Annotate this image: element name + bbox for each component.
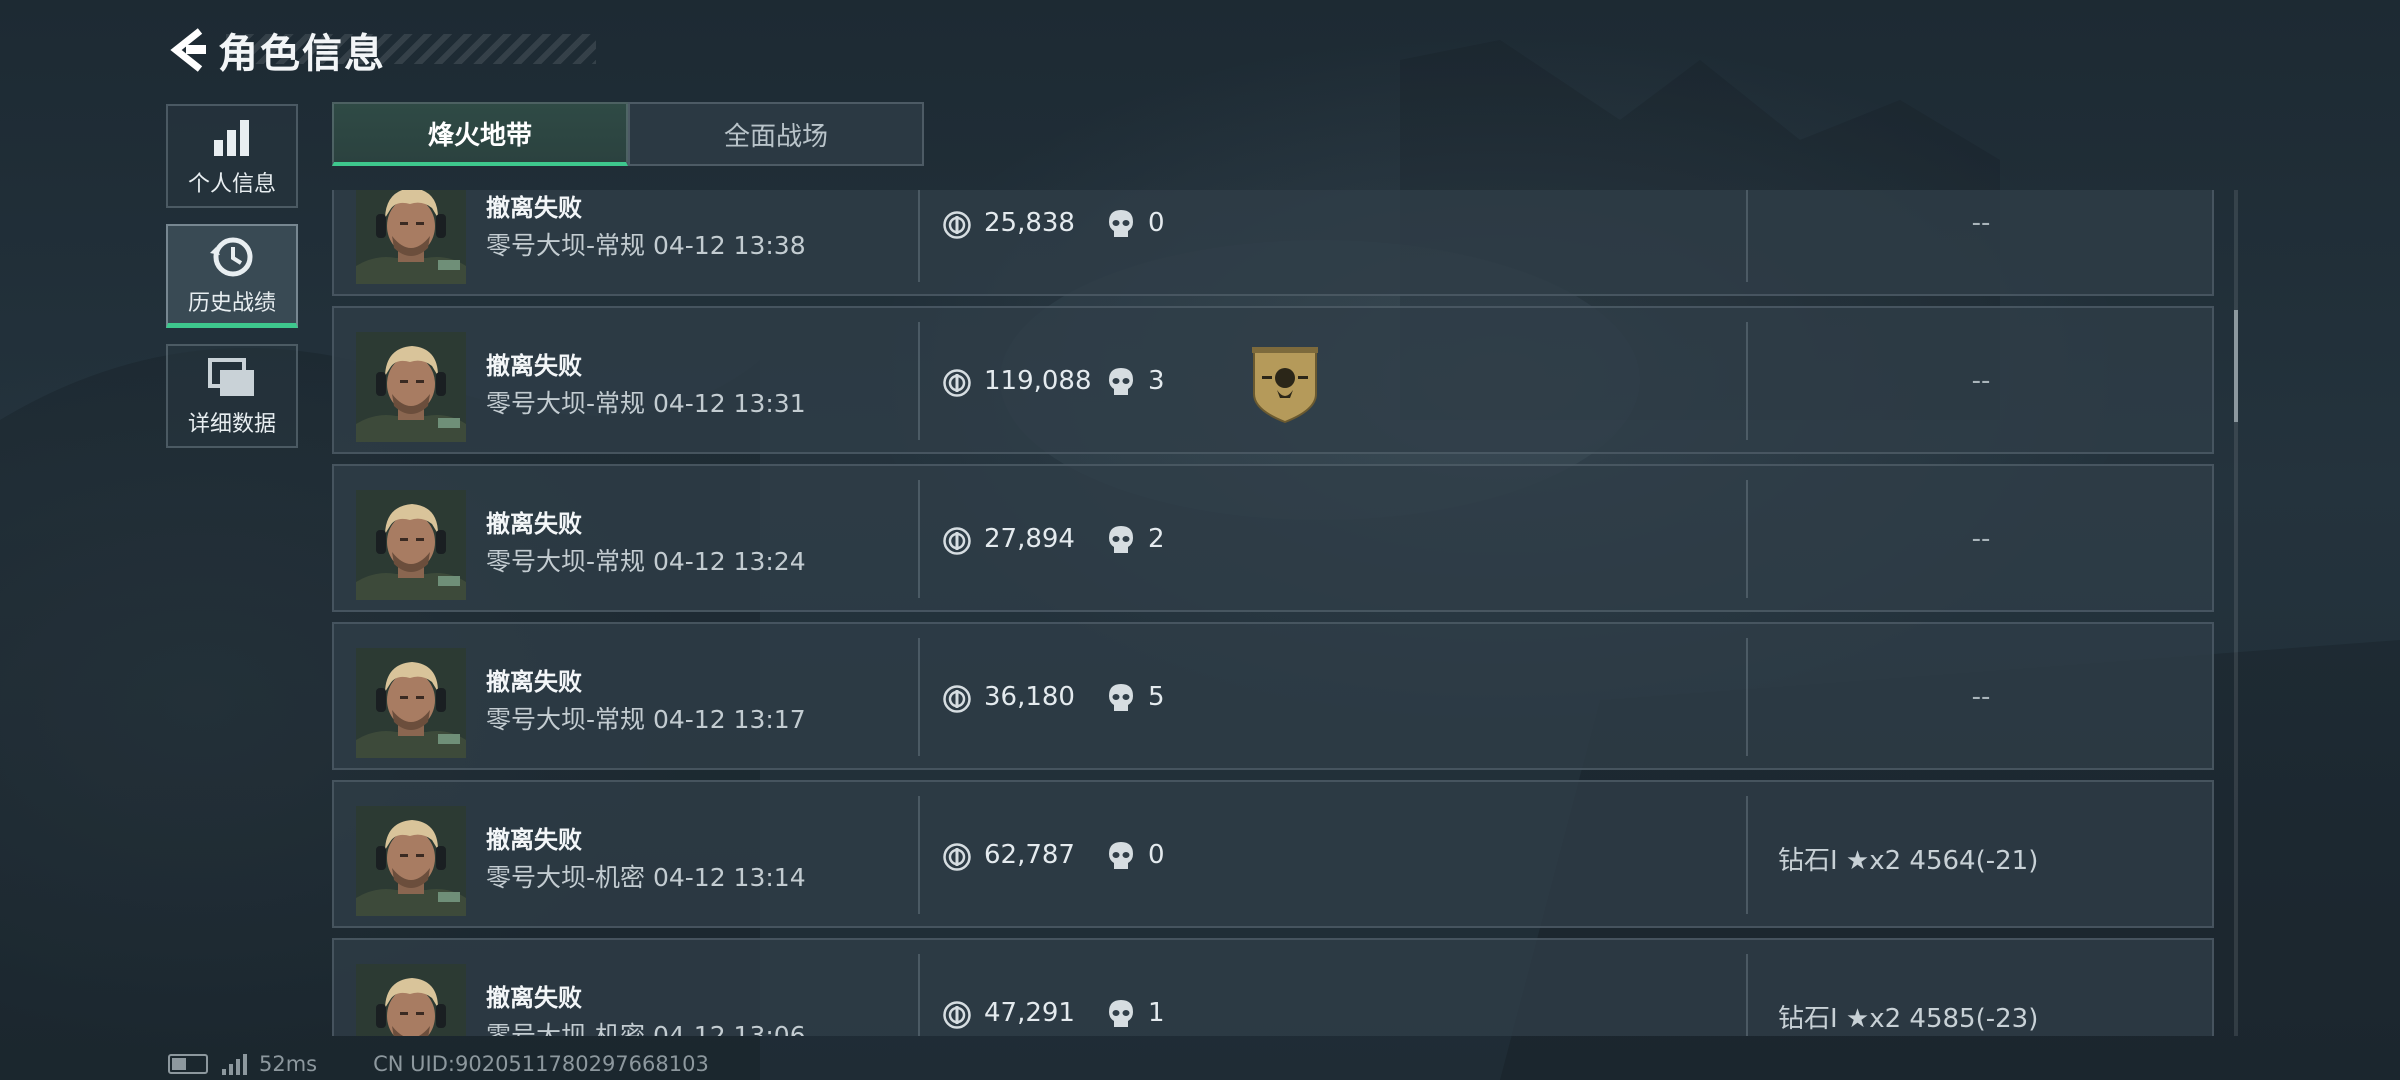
match-record-row[interactable]: 撤离失败 零号大坝-常规 04-12 13:17 36,180 5 -- — [332, 622, 2214, 770]
divider — [1746, 954, 1748, 1036]
match-result: 撤离失败 — [486, 510, 582, 538]
map-and-time: 零号大坝-常规 04-12 13:31 — [486, 389, 806, 418]
player-uid: CN UID:9020511780297668103 — [373, 1052, 709, 1076]
divider — [1746, 638, 1748, 756]
asset-value-icon — [943, 685, 971, 713]
asset-value-icon — [943, 527, 971, 555]
match-record-row[interactable]: 撤离失败 零号大坝-常规 04-12 13:31 119,088 3 -- — [332, 306, 2214, 454]
asset-value-icon — [943, 1001, 971, 1029]
folders-icon — [206, 354, 258, 402]
match-record-row[interactable]: 撤离失败 零号大坝-机密 04-12 13:06 47,291 1 钻石I ★x… — [332, 938, 2214, 1036]
match-result: 撤离失败 — [486, 668, 582, 696]
divider — [918, 954, 920, 1036]
battery-icon — [168, 1054, 208, 1074]
mode-tabs: 烽火地带 全面战场 — [332, 102, 924, 166]
match-record-row[interactable]: 撤离失败 零号大坝-常规 04-12 13:38 25,838 0 -- — [332, 190, 2214, 296]
asset-value-icon — [943, 211, 971, 239]
kill-count: 5 — [1148, 682, 1165, 712]
ping-value: 52ms — [259, 1052, 318, 1076]
nav-label: 详细数据 — [187, 412, 276, 437]
match-result: 撤离失败 — [486, 194, 582, 222]
divider — [918, 480, 920, 598]
divider — [918, 322, 920, 440]
map-and-time: 零号大坝-常规 04-12 13:17 — [486, 705, 806, 734]
skull-icon — [1109, 368, 1133, 395]
divider — [1746, 322, 1748, 440]
operator-avatar — [356, 806, 466, 916]
map-and-time: 零号大坝-常规 04-12 13:38 — [486, 231, 806, 260]
back-arrow-icon[interactable] — [166, 25, 210, 75]
scrollbar[interactable] — [2234, 190, 2238, 1036]
asset-value-icon — [943, 843, 971, 871]
tab-firezone[interactable]: 烽火地带 — [332, 102, 628, 166]
match-result: 撤离失败 — [486, 984, 582, 1012]
operator-avatar — [356, 332, 466, 442]
nav-item-history[interactable]: 历史战绩 — [166, 224, 298, 328]
kill-count: 0 — [1148, 840, 1165, 870]
map-and-time: 零号大坝-机密 04-12 13:06 — [486, 1021, 806, 1036]
page-title: 角色信息 — [218, 31, 386, 77]
bar-chart-icon — [206, 114, 258, 162]
divider — [1746, 190, 1748, 282]
side-nav: 个人信息 历史战绩 详细数据 — [166, 104, 302, 464]
record-list[interactable]: 撤离失败 零号大坝-常规 04-12 13:38 25,838 0 -- 撤离失… — [332, 190, 2232, 1036]
skull-icon — [1109, 842, 1133, 869]
asset-value: 25,838 — [984, 208, 1075, 238]
match-record-row[interactable]: 撤离失败 零号大坝-常规 04-12 13:24 27,894 2 -- — [332, 464, 2214, 612]
skull-icon — [1109, 1000, 1133, 1027]
map-and-time: 零号大坝-常规 04-12 13:24 — [486, 547, 806, 576]
divider — [1746, 480, 1748, 598]
rank-score: -- — [1971, 524, 1991, 554]
asset-value-icon — [943, 369, 971, 397]
asset-value: 119,088 — [984, 366, 1092, 396]
rank-score: -- — [1971, 682, 1991, 712]
skull-icon — [1109, 684, 1133, 711]
operator-avatar — [356, 648, 466, 758]
asset-value: 36,180 — [984, 682, 1075, 712]
signal-icon — [222, 1053, 247, 1075]
scrollbar-thumb[interactable] — [2234, 310, 2238, 422]
skull-icon — [1109, 210, 1133, 237]
nav-item-detailed-data[interactable]: 详细数据 — [166, 344, 298, 448]
divider — [918, 190, 920, 282]
header: 角色信息 — [166, 20, 596, 80]
divider — [918, 796, 920, 914]
match-result: 撤离失败 — [486, 352, 582, 380]
kill-count: 3 — [1148, 366, 1165, 396]
asset-value: 47,291 — [984, 998, 1075, 1028]
nav-item-personal-info[interactable]: 个人信息 — [166, 104, 298, 208]
match-record-row[interactable]: 撤离失败 零号大坝-机密 04-12 13:14 62,787 0 钻石I ★x… — [332, 780, 2214, 928]
kill-count: 0 — [1148, 208, 1165, 238]
record-list-content: 撤离失败 零号大坝-常规 04-12 13:38 25,838 0 -- 撤离失… — [332, 190, 2217, 1036]
operator-avatar — [356, 964, 466, 1036]
operator-avatar — [356, 490, 466, 600]
rank-score: 钻石I ★x2 4564(-21) — [1778, 846, 2039, 876]
rank-score: -- — [1971, 208, 1991, 238]
nav-label: 历史战绩 — [187, 290, 276, 316]
match-result: 撤离失败 — [486, 826, 582, 854]
tab-full-battlefield[interactable]: 全面战场 — [628, 102, 924, 166]
divider — [918, 638, 920, 756]
kill-count: 2 — [1148, 524, 1165, 554]
operator-avatar — [356, 190, 466, 284]
kill-count: 1 — [1148, 998, 1165, 1028]
nav-label: 个人信息 — [187, 172, 276, 197]
rank-score: -- — [1971, 366, 1991, 396]
status-bar: 52ms CN UID:9020511780297668103 — [168, 1052, 709, 1076]
rank-score: 钻石I ★x2 4585(-23) — [1778, 1004, 2039, 1034]
asset-value: 27,894 — [984, 524, 1075, 554]
divider — [1746, 796, 1748, 914]
skull-icon — [1109, 526, 1133, 553]
achievement-badge-icon[interactable] — [1250, 344, 1320, 424]
history-clock-icon — [206, 233, 258, 281]
asset-value: 62,787 — [984, 840, 1075, 870]
map-and-time: 零号大坝-机密 04-12 13:14 — [486, 863, 806, 892]
